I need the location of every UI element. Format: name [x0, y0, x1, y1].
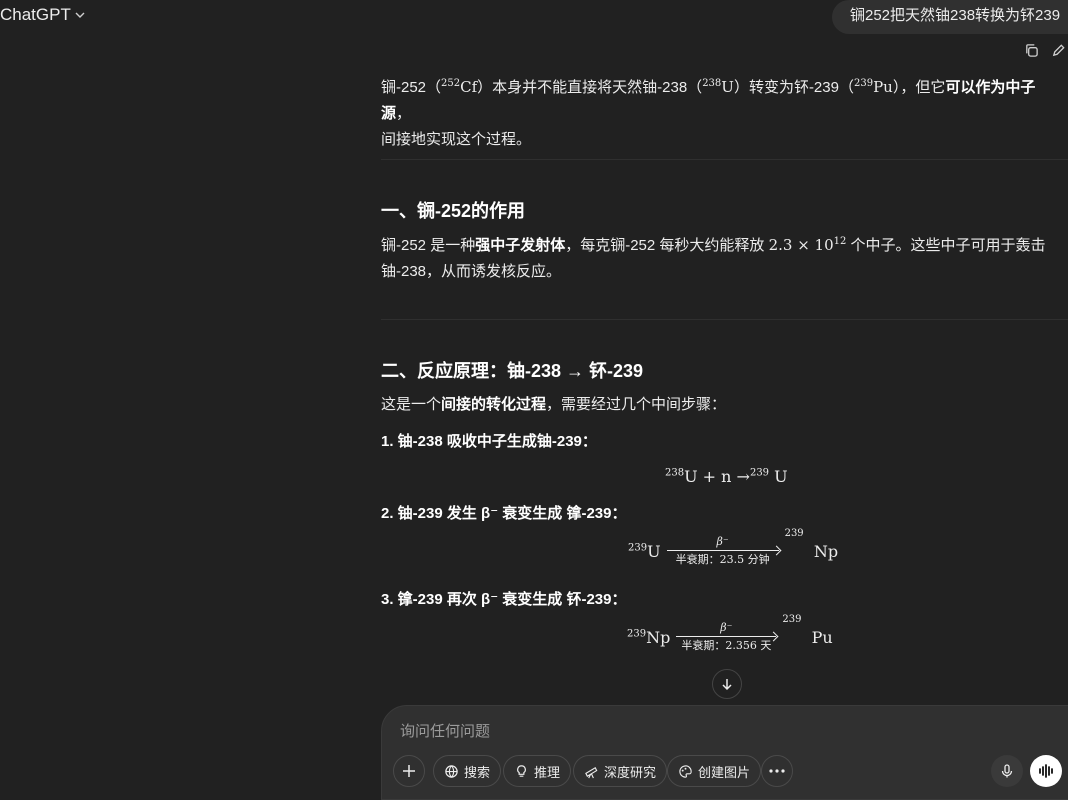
top-bar: ChatGPT 锎252把天然铀238转换为钚239 [0, 0, 1068, 34]
reaction-arrow [666, 550, 779, 551]
arrow-label-above: β⁻ [720, 621, 733, 634]
section1-heading: 一、锎-252的作用 [381, 201, 526, 221]
divider [381, 319, 1068, 320]
message-actions [1024, 43, 1066, 58]
telescope-icon [585, 766, 598, 778]
message-composer: 询问任何问题 搜索 推理 深度研究 创建图片 [381, 705, 1068, 800]
arrow-label-above: β⁻ [716, 535, 729, 548]
attach-button[interactable] [393, 755, 425, 787]
step-3-heading: 3. 镎-239 再次 β⁻ 衰变生成 钚-239： [381, 591, 627, 608]
intro-paragraph: 锎-252（252Cf）本身并不能直接将天然铀-238（238U）转变为钚-23… [381, 78, 1036, 148]
chevron-down-icon [75, 12, 85, 18]
model-selector[interactable]: ChatGPT [0, 5, 85, 25]
section1-paragraph: 锎-252 是一种强中子发射体，每克锎-252 每秒大约能释放 2.3 × 10… [381, 236, 1046, 280]
section2-paragraph: 这是一个间接的转化过程，需要经过几个中间步骤： [381, 396, 727, 413]
lightbulb-icon [517, 764, 526, 777]
divider [381, 159, 1068, 160]
app-title: ChatGPT [0, 5, 71, 24]
audio-wave-icon [1039, 764, 1053, 778]
microphone-icon [1001, 764, 1013, 778]
voice-mode-button[interactable] [1030, 755, 1062, 787]
ellipsis-icon [769, 769, 785, 773]
equation-2: 239U β⁻ 半衰期：23.5 分钟 239 Np [628, 528, 839, 566]
reaction-arrow [676, 636, 777, 637]
step-2-heading: 2. 铀-239 发生 β⁻ 衰变生成 镎-239： [381, 505, 627, 522]
arrow-label-below: 半衰期：2.356 天 [681, 639, 772, 652]
equation-1: 238U + n →239 U [665, 467, 788, 486]
globe-icon [445, 764, 458, 778]
equation-3: 239Np β⁻ 半衰期：2.356 天 239 Pu [627, 614, 833, 652]
plus-icon [403, 765, 415, 777]
user-message-bubble: 锎252把天然铀238转换为钚239 [832, 0, 1068, 34]
scroll-to-bottom-button[interactable] [712, 669, 742, 699]
reason-button[interactable]: 推理 [503, 755, 572, 787]
section2-heading: 二、反应原理：铀-238 → 钚-239 [381, 361, 644, 381]
deep-research-button[interactable]: 深度研究 [573, 755, 668, 787]
search-button[interactable]: 搜索 [433, 755, 502, 787]
arrow-down-icon [722, 679, 732, 691]
prompt-input[interactable]: 询问任何问题 [400, 720, 490, 741]
more-tools-button[interactable] [761, 755, 793, 787]
step-1-heading: 1. 铀-238 吸收中子生成铀-239： [381, 433, 597, 450]
arrow-label-below: 半衰期：23.5 分钟 [675, 553, 770, 566]
create-image-button[interactable]: 创建图片 [667, 755, 762, 787]
edit-icon[interactable] [1051, 43, 1066, 58]
palette-icon [679, 764, 692, 778]
copy-icon[interactable] [1024, 43, 1039, 58]
voice-input-button[interactable] [991, 755, 1023, 787]
